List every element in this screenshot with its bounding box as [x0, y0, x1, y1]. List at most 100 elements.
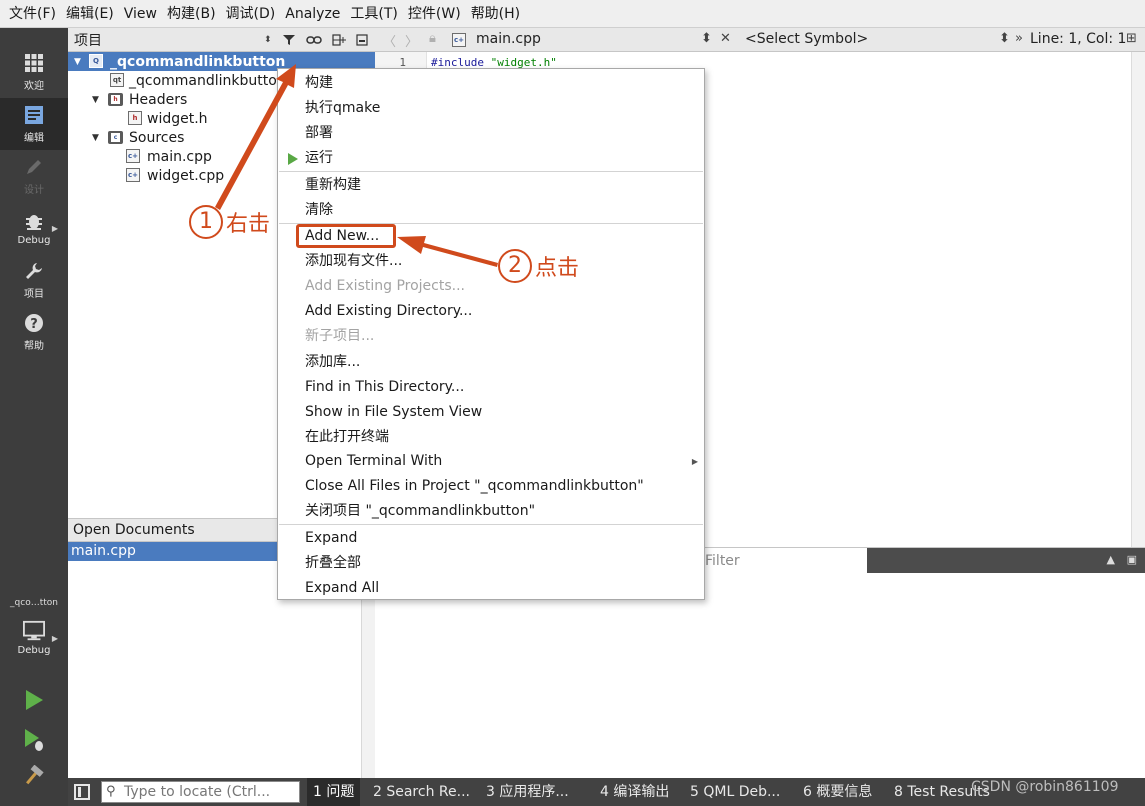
menu-bar: 文件(F) 编辑(E) View 构建(B) 调试(D) Analyze 工具(…	[0, 0, 1145, 28]
sidebar-toggle-icon[interactable]	[74, 784, 90, 800]
cursor-position[interactable]: Line: 1, Col: 1	[1030, 31, 1126, 47]
mode-help[interactable]: ? 帮助	[0, 306, 68, 358]
tab-application-output[interactable]: 3 应用程序...	[486, 778, 569, 806]
close-panel-icon[interactable]	[353, 31, 371, 49]
menu-item-close-project[interactable]: 关闭项目 "_qcommandlinkbutton"	[278, 499, 704, 524]
updown-arrow-icon[interactable]: ⬍	[999, 31, 1010, 46]
collapse-arrow-icon[interactable]: ▼	[92, 95, 99, 105]
qt-project-icon: Q	[89, 54, 103, 68]
output-pane-controls: ▲ ▣	[867, 548, 1145, 574]
play-icon	[26, 690, 43, 710]
project-panel-header: 项目 ⬍	[68, 28, 375, 52]
svg-text:?: ?	[30, 317, 38, 332]
close-document-icon[interactable]: ✕	[720, 31, 731, 46]
kit-selector[interactable]: ▶ Debug	[0, 612, 68, 664]
step-text: 点击	[535, 256, 580, 281]
menu-item-add-existing-directory[interactable]: Add Existing Directory...	[278, 299, 704, 324]
mode-label: 欢迎	[24, 81, 44, 92]
locator-placeholder: Type to locate (Ctrl...	[124, 784, 271, 800]
menu-item-add-library[interactable]: 添加库...	[278, 350, 704, 375]
menu-view[interactable]: View	[119, 0, 162, 28]
menu-item-label: Open Terminal With	[305, 453, 443, 469]
monitor-icon	[23, 620, 45, 642]
run-button[interactable]	[20, 686, 48, 714]
menu-item-rebuild[interactable]: 重新构建	[278, 173, 704, 198]
current-file-name[interactable]: main.cpp	[476, 31, 541, 47]
menu-item-add-existing-files[interactable]: 添加现有文件...	[278, 249, 704, 274]
tree-item-label: _qcommandlinkbutton	[129, 72, 286, 89]
menu-item-clean[interactable]: 清除	[278, 198, 704, 223]
menu-item-run-qmake[interactable]: 执行qmake	[278, 96, 704, 121]
cpp-file-icon: c+	[126, 168, 140, 182]
tab-search-results[interactable]: 2 Search Re...	[373, 778, 470, 806]
split-add-icon[interactable]: ⊞	[1126, 31, 1137, 46]
tab-issues[interactable]: 1 问题	[307, 778, 361, 806]
menu-tools[interactable]: 工具(T)	[345, 0, 402, 28]
menu-item-deploy[interactable]: 部署	[278, 121, 704, 146]
menu-item-collapse-all[interactable]: 折叠全部	[278, 551, 704, 576]
menu-debug[interactable]: 调试(D)	[221, 0, 281, 28]
menu-item-expand-all[interactable]: Expand All	[278, 576, 704, 601]
mode-debug[interactable]: ▶ Debug	[0, 202, 68, 254]
menu-build[interactable]: 构建(B)	[162, 0, 221, 28]
tab-compile-output[interactable]: 4 编译输出	[600, 778, 669, 806]
pro-file-icon: qt	[110, 73, 124, 87]
project-view-selector[interactable]: 项目	[74, 30, 102, 50]
tab-general-messages[interactable]: 6 概要信息	[803, 778, 872, 806]
mode-design[interactable]: 设计	[0, 150, 68, 202]
menu-separator	[279, 524, 703, 525]
mode-label: 编辑	[24, 133, 44, 144]
updown-arrow-icon[interactable]: ⬍	[264, 35, 272, 45]
collapse-arrow-icon[interactable]: ▼	[74, 57, 81, 67]
updown-arrow-icon[interactable]: ⬍	[701, 31, 712, 46]
split-add-icon[interactable]	[330, 31, 348, 49]
menu-item-build[interactable]: 构建	[278, 71, 704, 96]
editor-toolbar: 〈 〉 🔒︎ c+ main.cpp ⬍ ✕ <Select Symbol> ⬍…	[375, 28, 1145, 52]
output-filter-input[interactable]: Filter	[705, 553, 740, 569]
menu-item-expand[interactable]: Expand	[278, 526, 704, 551]
cpp-file-icon: c+	[452, 33, 466, 47]
locator-input[interactable]: ⚲ Type to locate (Ctrl...	[101, 781, 300, 803]
mode-welcome[interactable]: 欢迎	[0, 46, 68, 98]
menu-edit[interactable]: 编辑(E)	[61, 0, 119, 28]
header-file-icon: h	[128, 111, 142, 125]
menu-item-open-terminal-with[interactable]: Open Terminal With ▶	[278, 449, 704, 474]
menu-analyze[interactable]: Analyze	[280, 0, 345, 28]
menu-item-find-in-directory[interactable]: Find in This Directory...	[278, 375, 704, 400]
mode-edit[interactable]: 编辑	[0, 98, 68, 150]
tab-qml-debugger[interactable]: 5 QML Deb...	[690, 778, 780, 806]
kit-config-label: Debug	[17, 645, 51, 656]
nav-back-icon[interactable]: 〈	[383, 31, 396, 50]
menu-item-run[interactable]: 运行	[278, 146, 704, 171]
link-icon[interactable]	[305, 31, 323, 49]
menu-file[interactable]: 文件(F)	[4, 0, 61, 28]
step-text: 右击	[226, 212, 271, 237]
maximize-icon[interactable]: ▲	[1107, 553, 1115, 566]
menu-item-add-existing-projects: Add Existing Projects...	[305, 278, 466, 294]
menu-item-new-subproject: 新子项目...	[305, 328, 375, 344]
editor-scrollbar[interactable]	[1131, 52, 1145, 547]
debug-run-button[interactable]	[20, 726, 48, 754]
menu-widgets[interactable]: 控件(W)	[403, 0, 466, 28]
menu-item-close-all-files[interactable]: Close All Files in Project "_qcommandlin…	[278, 474, 704, 499]
menu-help[interactable]: 帮助(H)	[466, 0, 525, 28]
tree-item-label: _qcommandlinkbutton	[110, 53, 286, 70]
build-button[interactable]	[20, 762, 48, 790]
step-number: 1	[189, 205, 223, 239]
symbol-selector[interactable]: <Select Symbol>	[745, 31, 868, 47]
mode-label: 设计	[24, 185, 44, 196]
expand-arrow-icon[interactable]: »	[1015, 31, 1023, 46]
nav-forward-icon[interactable]: 〉	[405, 31, 418, 50]
minimize-icon[interactable]: ▣	[1127, 553, 1137, 566]
edit-icon	[23, 104, 45, 126]
mode-projects[interactable]: 项目	[0, 254, 68, 306]
lock-icon: 🔒︎	[429, 31, 436, 46]
mode-bar: 欢迎 编辑 设计 ▶ Debug 项目 ? 帮助 _qco…tton ▶ Deb…	[0, 28, 68, 806]
menu-item-open-terminal-here[interactable]: 在此打开终端	[278, 425, 704, 450]
collapse-arrow-icon[interactable]: ▼	[92, 133, 99, 143]
chevron-right-icon: ▶	[51, 223, 58, 233]
watermark: CSDN @robin861109	[971, 779, 1119, 795]
mode-label: Debug	[17, 235, 51, 246]
menu-item-show-in-file-system[interactable]: Show in File System View	[278, 400, 704, 425]
filter-icon[interactable]	[280, 31, 298, 49]
